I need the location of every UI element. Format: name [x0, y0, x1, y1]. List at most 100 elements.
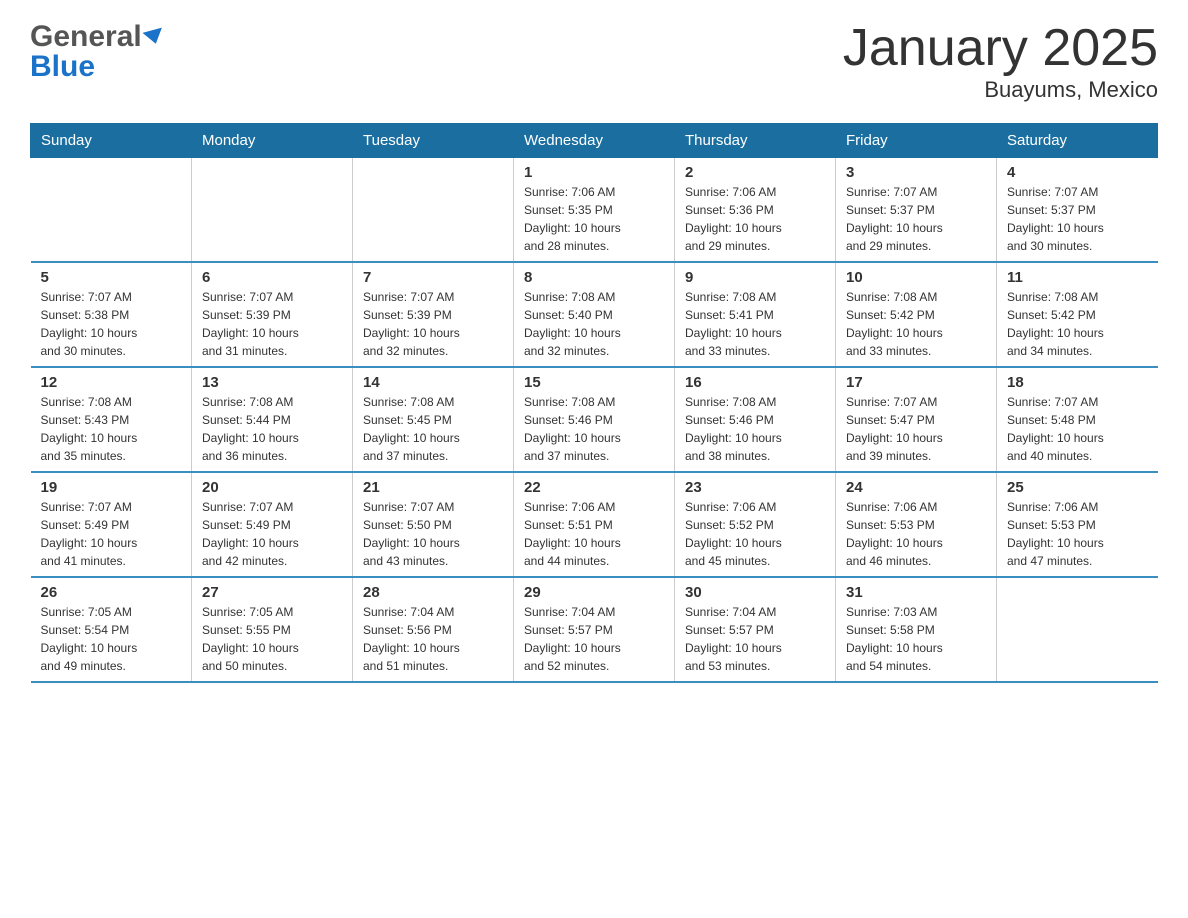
day-number: 9 — [685, 269, 825, 286]
page-header: General Blue January 2025 Buayums, Mexic… — [30, 20, 1158, 103]
day-number: 29 — [524, 584, 664, 601]
calendar-cell: 3Sunrise: 7:07 AM Sunset: 5:37 PM Daylig… — [836, 158, 997, 263]
calendar-week-row: 1 Sunrise: 7:06 AM Sunset: 5:35 PM Daylig… — [31, 158, 1158, 263]
calendar-title: January 2025 — [843, 20, 1158, 77]
calendar-cell: 11 Sunrise: 7:08 AM Sunset: 5:42 PM Dayli… — [997, 262, 1158, 367]
calendar-cell: 1 Sunrise: 7:06 AM Sunset: 5:35 PM Daylig… — [514, 158, 675, 263]
day-info: Sunrise: 7:06 AM Sunset: 5:52 PM Dayligh… — [685, 498, 825, 570]
day-info: Sunrise: 7:07 AM Sunset: 5:37 PM Dayligh… — [1007, 183, 1148, 255]
day-info: Sunrise: 7:07 AM Sunset: 5:38 PM Dayligh… — [41, 288, 182, 360]
day-of-week-header: Friday — [836, 124, 997, 158]
calendar-cell: 21Sunrise: 7:07 AM Sunset: 5:50 PM Dayli… — [353, 472, 514, 577]
logo-general-text: General — [30, 20, 142, 54]
day-number: 12 — [41, 374, 182, 391]
day-info: Sunrise: 7:07 AM Sunset: 5:48 PM Dayligh… — [1007, 393, 1148, 465]
day-info: Sunrise: 7:06 AM Sunset: 5:53 PM Dayligh… — [846, 498, 986, 570]
day-info: Sunrise: 7:08 AM Sunset: 5:46 PM Dayligh… — [524, 393, 664, 465]
day-number: 7 — [363, 269, 503, 286]
day-number: 5 — [41, 269, 182, 286]
day-info: Sunrise: 7:08 AM Sunset: 5:45 PM Dayligh… — [363, 393, 503, 465]
day-info: Sunrise: 7:07 AM Sunset: 5:39 PM Dayligh… — [202, 288, 342, 360]
day-number: 17 — [846, 374, 986, 391]
calendar-header-row: SundayMondayTuesdayWednesdayThursdayFrid… — [31, 124, 1158, 158]
day-info: Sunrise: 7:05 AM Sunset: 5:54 PM Dayligh… — [41, 603, 182, 675]
day-number: 6 — [202, 269, 342, 286]
calendar-cell — [353, 158, 514, 263]
logo: General Blue — [30, 20, 164, 84]
day-number: 26 — [41, 584, 182, 601]
day-info: Sunrise: 7:06 AM Sunset: 5:53 PM Dayligh… — [1007, 498, 1148, 570]
calendar-cell: 8Sunrise: 7:08 AM Sunset: 5:40 PM Daylig… — [514, 262, 675, 367]
calendar-cell — [31, 158, 192, 263]
day-number: 13 — [202, 374, 342, 391]
day-number: 2 — [685, 164, 825, 181]
day-number: 20 — [202, 479, 342, 496]
day-of-week-header: Wednesday — [514, 124, 675, 158]
day-number: 27 — [202, 584, 342, 601]
calendar-cell: 12 Sunrise: 7:08 AM Sunset: 5:43 PM Dayli… — [31, 367, 192, 472]
day-number: 3 — [846, 164, 986, 181]
day-number: 30 — [685, 584, 825, 601]
calendar-cell: 17 Sunrise: 7:07 AM Sunset: 5:47 PM Dayli… — [836, 367, 997, 472]
calendar-cell: 27 Sunrise: 7:05 AM Sunset: 5:55 PM Dayli… — [192, 577, 353, 682]
day-info: Sunrise: 7:03 AM Sunset: 5:58 PM Dayligh… — [846, 603, 986, 675]
day-info: Sunrise: 7:08 AM Sunset: 5:40 PM Dayligh… — [524, 288, 664, 360]
day-info: Sunrise: 7:07 AM Sunset: 5:39 PM Dayligh… — [363, 288, 503, 360]
logo-arrow-icon — [142, 28, 165, 47]
day-info: Sunrise: 7:08 AM Sunset: 5:43 PM Dayligh… — [41, 393, 182, 465]
day-number: 31 — [846, 584, 986, 601]
day-info: Sunrise: 7:08 AM Sunset: 5:42 PM Dayligh… — [1007, 288, 1148, 360]
title-block: January 2025 Buayums, Mexico — [843, 20, 1158, 103]
day-info: Sunrise: 7:06 AM Sunset: 5:36 PM Dayligh… — [685, 183, 825, 255]
day-info: Sunrise: 7:07 AM Sunset: 5:49 PM Dayligh… — [202, 498, 342, 570]
day-info: Sunrise: 7:06 AM Sunset: 5:35 PM Dayligh… — [524, 183, 664, 255]
day-number: 14 — [363, 374, 503, 391]
day-number: 22 — [524, 479, 664, 496]
calendar-cell: 22 Sunrise: 7:06 AM Sunset: 5:51 PM Dayli… — [514, 472, 675, 577]
calendar-cell: 15 Sunrise: 7:08 AM Sunset: 5:46 PM Dayli… — [514, 367, 675, 472]
day-info: Sunrise: 7:07 AM Sunset: 5:49 PM Dayligh… — [41, 498, 182, 570]
calendar-cell: 5 Sunrise: 7:07 AM Sunset: 5:38 PM Daylig… — [31, 262, 192, 367]
calendar-cell: 7 Sunrise: 7:07 AM Sunset: 5:39 PM Daylig… — [353, 262, 514, 367]
calendar-cell: 25 Sunrise: 7:06 AM Sunset: 5:53 PM Dayli… — [997, 472, 1158, 577]
calendar-week-row: 12 Sunrise: 7:08 AM Sunset: 5:43 PM Dayli… — [31, 367, 1158, 472]
day-info: Sunrise: 7:07 AM Sunset: 5:50 PM Dayligh… — [363, 498, 503, 570]
day-info: Sunrise: 7:04 AM Sunset: 5:57 PM Dayligh… — [524, 603, 664, 675]
day-info: Sunrise: 7:08 AM Sunset: 5:42 PM Dayligh… — [846, 288, 986, 360]
calendar-table: SundayMondayTuesdayWednesdayThursdayFrid… — [30, 123, 1158, 683]
calendar-cell: 24Sunrise: 7:06 AM Sunset: 5:53 PM Dayli… — [836, 472, 997, 577]
day-number: 28 — [363, 584, 503, 601]
day-info: Sunrise: 7:08 AM Sunset: 5:46 PM Dayligh… — [685, 393, 825, 465]
calendar-week-row: 26 Sunrise: 7:05 AM Sunset: 5:54 PM Dayli… — [31, 577, 1158, 682]
calendar-cell: 23 Sunrise: 7:06 AM Sunset: 5:52 PM Dayli… — [675, 472, 836, 577]
day-info: Sunrise: 7:08 AM Sunset: 5:41 PM Dayligh… — [685, 288, 825, 360]
day-of-week-header: Thursday — [675, 124, 836, 158]
logo-blue-text: Blue — [30, 50, 164, 84]
day-number: 16 — [685, 374, 825, 391]
calendar-cell: 14 Sunrise: 7:08 AM Sunset: 5:45 PM Dayli… — [353, 367, 514, 472]
day-number: 23 — [685, 479, 825, 496]
calendar-week-row: 19Sunrise: 7:07 AM Sunset: 5:49 PM Dayli… — [31, 472, 1158, 577]
day-of-week-header: Sunday — [31, 124, 192, 158]
day-number: 15 — [524, 374, 664, 391]
calendar-cell — [192, 158, 353, 263]
calendar-cell: 6 Sunrise: 7:07 AM Sunset: 5:39 PM Daylig… — [192, 262, 353, 367]
calendar-location: Buayums, Mexico — [843, 77, 1158, 103]
calendar-cell: 2 Sunrise: 7:06 AM Sunset: 5:36 PM Daylig… — [675, 158, 836, 263]
day-info: Sunrise: 7:06 AM Sunset: 5:51 PM Dayligh… — [524, 498, 664, 570]
calendar-cell: 18Sunrise: 7:07 AM Sunset: 5:48 PM Dayli… — [997, 367, 1158, 472]
day-info: Sunrise: 7:05 AM Sunset: 5:55 PM Dayligh… — [202, 603, 342, 675]
day-of-week-header: Monday — [192, 124, 353, 158]
day-info: Sunrise: 7:08 AM Sunset: 5:44 PM Dayligh… — [202, 393, 342, 465]
calendar-cell: 9 Sunrise: 7:08 AM Sunset: 5:41 PM Daylig… — [675, 262, 836, 367]
calendar-cell: 28Sunrise: 7:04 AM Sunset: 5:56 PM Dayli… — [353, 577, 514, 682]
day-number: 11 — [1007, 269, 1148, 286]
day-of-week-header: Tuesday — [353, 124, 514, 158]
calendar-cell: 10Sunrise: 7:08 AM Sunset: 5:42 PM Dayli… — [836, 262, 997, 367]
day-info: Sunrise: 7:07 AM Sunset: 5:47 PM Dayligh… — [846, 393, 986, 465]
calendar-cell — [997, 577, 1158, 682]
day-number: 25 — [1007, 479, 1148, 496]
calendar-cell: 30Sunrise: 7:04 AM Sunset: 5:57 PM Dayli… — [675, 577, 836, 682]
day-number: 1 — [524, 164, 664, 181]
calendar-cell: 31 Sunrise: 7:03 AM Sunset: 5:58 PM Dayli… — [836, 577, 997, 682]
